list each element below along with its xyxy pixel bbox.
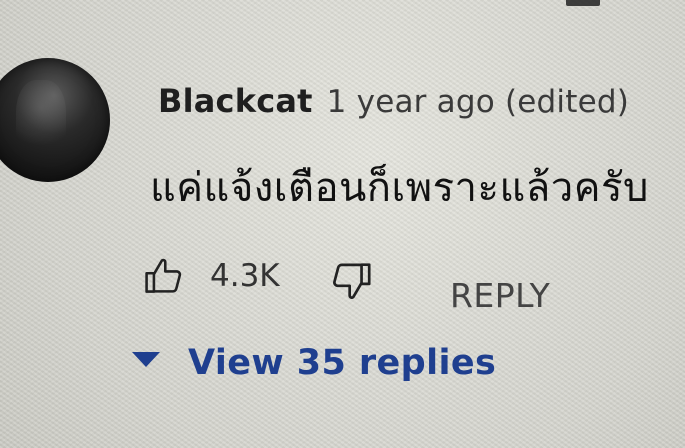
comment-timestamp[interactable]: 1 year ago (edited) bbox=[327, 84, 629, 120]
avatar[interactable] bbox=[0, 58, 110, 182]
view-replies-label: View 35 replies bbox=[188, 343, 497, 383]
like-count: 4.3K bbox=[210, 258, 280, 294]
thumbs-down-icon bbox=[333, 263, 371, 299]
view-replies-button[interactable]: View 35 replies bbox=[132, 335, 496, 391]
comment-actions: 4.3K REPLY bbox=[140, 248, 660, 315]
caret-down-icon bbox=[132, 351, 160, 367]
dislike-button[interactable] bbox=[328, 248, 392, 304]
thumbs-up-icon bbox=[145, 258, 182, 293]
reply-button[interactable]: REPLY bbox=[450, 276, 550, 315]
comment-header: Blackcat 1 year ago (edited) bbox=[158, 82, 629, 122]
author-name[interactable]: Blackcat bbox=[158, 82, 313, 120]
comment-text: แค่แจ้งเตือนก็เพราะแล้วครับ bbox=[150, 165, 649, 211]
top-edge-element bbox=[566, 0, 600, 6]
like-button[interactable]: 4.3K bbox=[140, 248, 290, 300]
